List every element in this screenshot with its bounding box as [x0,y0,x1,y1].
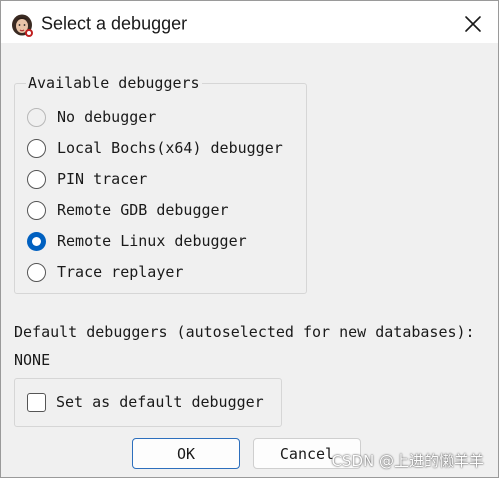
title-bar: Select a debugger [1,1,498,43]
set-default-checkbox[interactable]: Set as default debugger [27,391,264,413]
radio-label: No debugger [57,108,157,126]
watermark: CSDN @上进的懒羊羊 [331,452,484,470]
dialog-title: Select a debugger [41,13,188,34]
radio-local-bochs[interactable]: Local Bochs(x64) debugger [27,137,283,159]
radio-button[interactable] [27,262,46,282]
select-debugger-dialog: Select a debugger Available debuggers No… [0,0,499,478]
radio-button[interactable] [27,169,46,189]
close-icon[interactable] [462,13,484,35]
radio-label: Trace replayer [57,263,184,281]
radio-button[interactable] [27,138,46,158]
radio-button[interactable] [27,231,46,251]
radio-label: Remote GDB debugger [57,201,229,219]
radio-label: PIN tracer [57,170,148,188]
radio-label: Local Bochs(x64) debugger [57,139,283,157]
radio-remote-linux[interactable]: Remote Linux debugger [27,230,247,252]
checkbox[interactable] [27,392,46,412]
group-label: Available debuggers [26,74,202,92]
ok-button[interactable]: OK [132,438,240,469]
checkbox-label: Set as default debugger [56,393,264,411]
radio-button[interactable] [27,107,46,127]
radio-no-debugger[interactable]: No debugger [27,106,156,128]
radio-remote-gdb[interactable]: Remote GDB debugger [27,199,229,221]
default-debuggers-value: NONE [14,351,51,369]
radio-label: Remote Linux debugger [57,232,247,250]
radio-pin-tracer[interactable]: PIN tracer [27,168,147,190]
radio-trace-replayer[interactable]: Trace replayer [27,261,183,283]
radio-button[interactable] [27,200,46,220]
default-debuggers-label: Default debuggers (autoselected for new … [14,323,475,341]
ida-icon [10,13,34,37]
